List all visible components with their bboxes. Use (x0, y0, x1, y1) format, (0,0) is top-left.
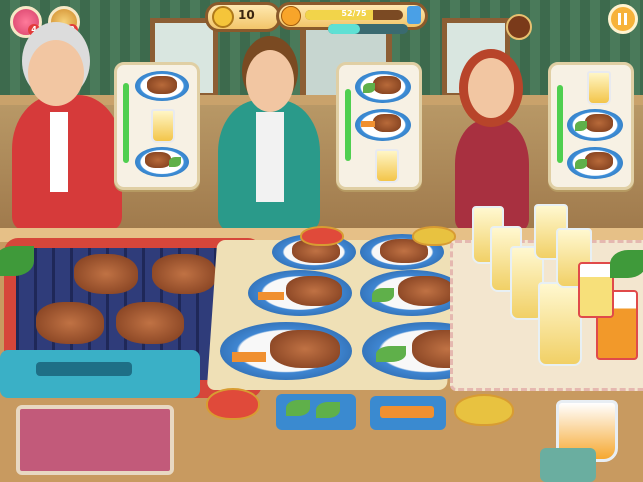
ketchup-bowl[interactable] (206, 388, 260, 420)
order-lemonade (375, 149, 399, 183)
secondary-progress (328, 24, 408, 34)
woman-head (468, 58, 514, 118)
lemonade-glass[interactable] (538, 282, 582, 366)
lemonade-cup[interactable] (578, 262, 614, 318)
fries-tray[interactable] (370, 396, 446, 430)
order-steak-plate (135, 71, 189, 101)
order-steak-with-salad (355, 71, 411, 103)
game-scene: 4 2 10 52/75 (0, 0, 643, 482)
order-steak-with-fries (355, 109, 411, 141)
man-head (246, 50, 294, 112)
order-steak-with-salad (135, 147, 189, 177)
pause-icon[interactable] (608, 4, 638, 34)
coin-counter: 10 (205, 2, 281, 32)
order-bubble-woman (548, 62, 634, 190)
secondary-progress-fill (328, 24, 360, 34)
order-lemonade (587, 71, 611, 105)
grill-steak[interactable] (152, 254, 216, 294)
order-bubble-grandma (114, 62, 200, 190)
plated-steak-with-salad[interactable] (360, 270, 464, 316)
stopwatch-icon (506, 14, 532, 40)
patience-bar-woman (557, 85, 563, 163)
coin-icon (212, 6, 234, 28)
grill-steak[interactable] (36, 302, 104, 344)
grandma-head (28, 40, 84, 106)
man-shirt (256, 112, 284, 202)
plated-steak-with-fries[interactable] (220, 322, 352, 380)
customers-served-badge: 4 (28, 24, 40, 36)
grandma-blouse (50, 112, 68, 192)
trophy-cup-icon (407, 6, 421, 24)
grill-steak[interactable] (116, 302, 184, 344)
juicer-machine[interactable] (540, 448, 596, 482)
salad-tray[interactable] (276, 394, 356, 430)
progress-text: 52/75 (341, 9, 367, 18)
raw-meat-storage[interactable] (16, 405, 174, 475)
order-orange-juice (151, 109, 175, 143)
smiley-icon (281, 6, 301, 26)
grill-drawer-handle (36, 362, 132, 376)
plated-steak-with-fries[interactable] (248, 270, 352, 316)
coin-value: 10 (238, 8, 255, 22)
order-bubble-man (336, 62, 422, 190)
grill-steak[interactable] (74, 254, 138, 294)
order-steak-with-salad (567, 147, 623, 179)
plant-leaf-right (610, 250, 643, 278)
order-steak-with-salad (567, 109, 623, 141)
mustard-bowl[interactable] (454, 394, 514, 426)
ketchup-bowl[interactable] (300, 226, 344, 246)
dessert-boost-badge: 2 (66, 24, 78, 36)
patience-bar-grandma (123, 83, 129, 163)
patience-bar-man (345, 89, 351, 161)
